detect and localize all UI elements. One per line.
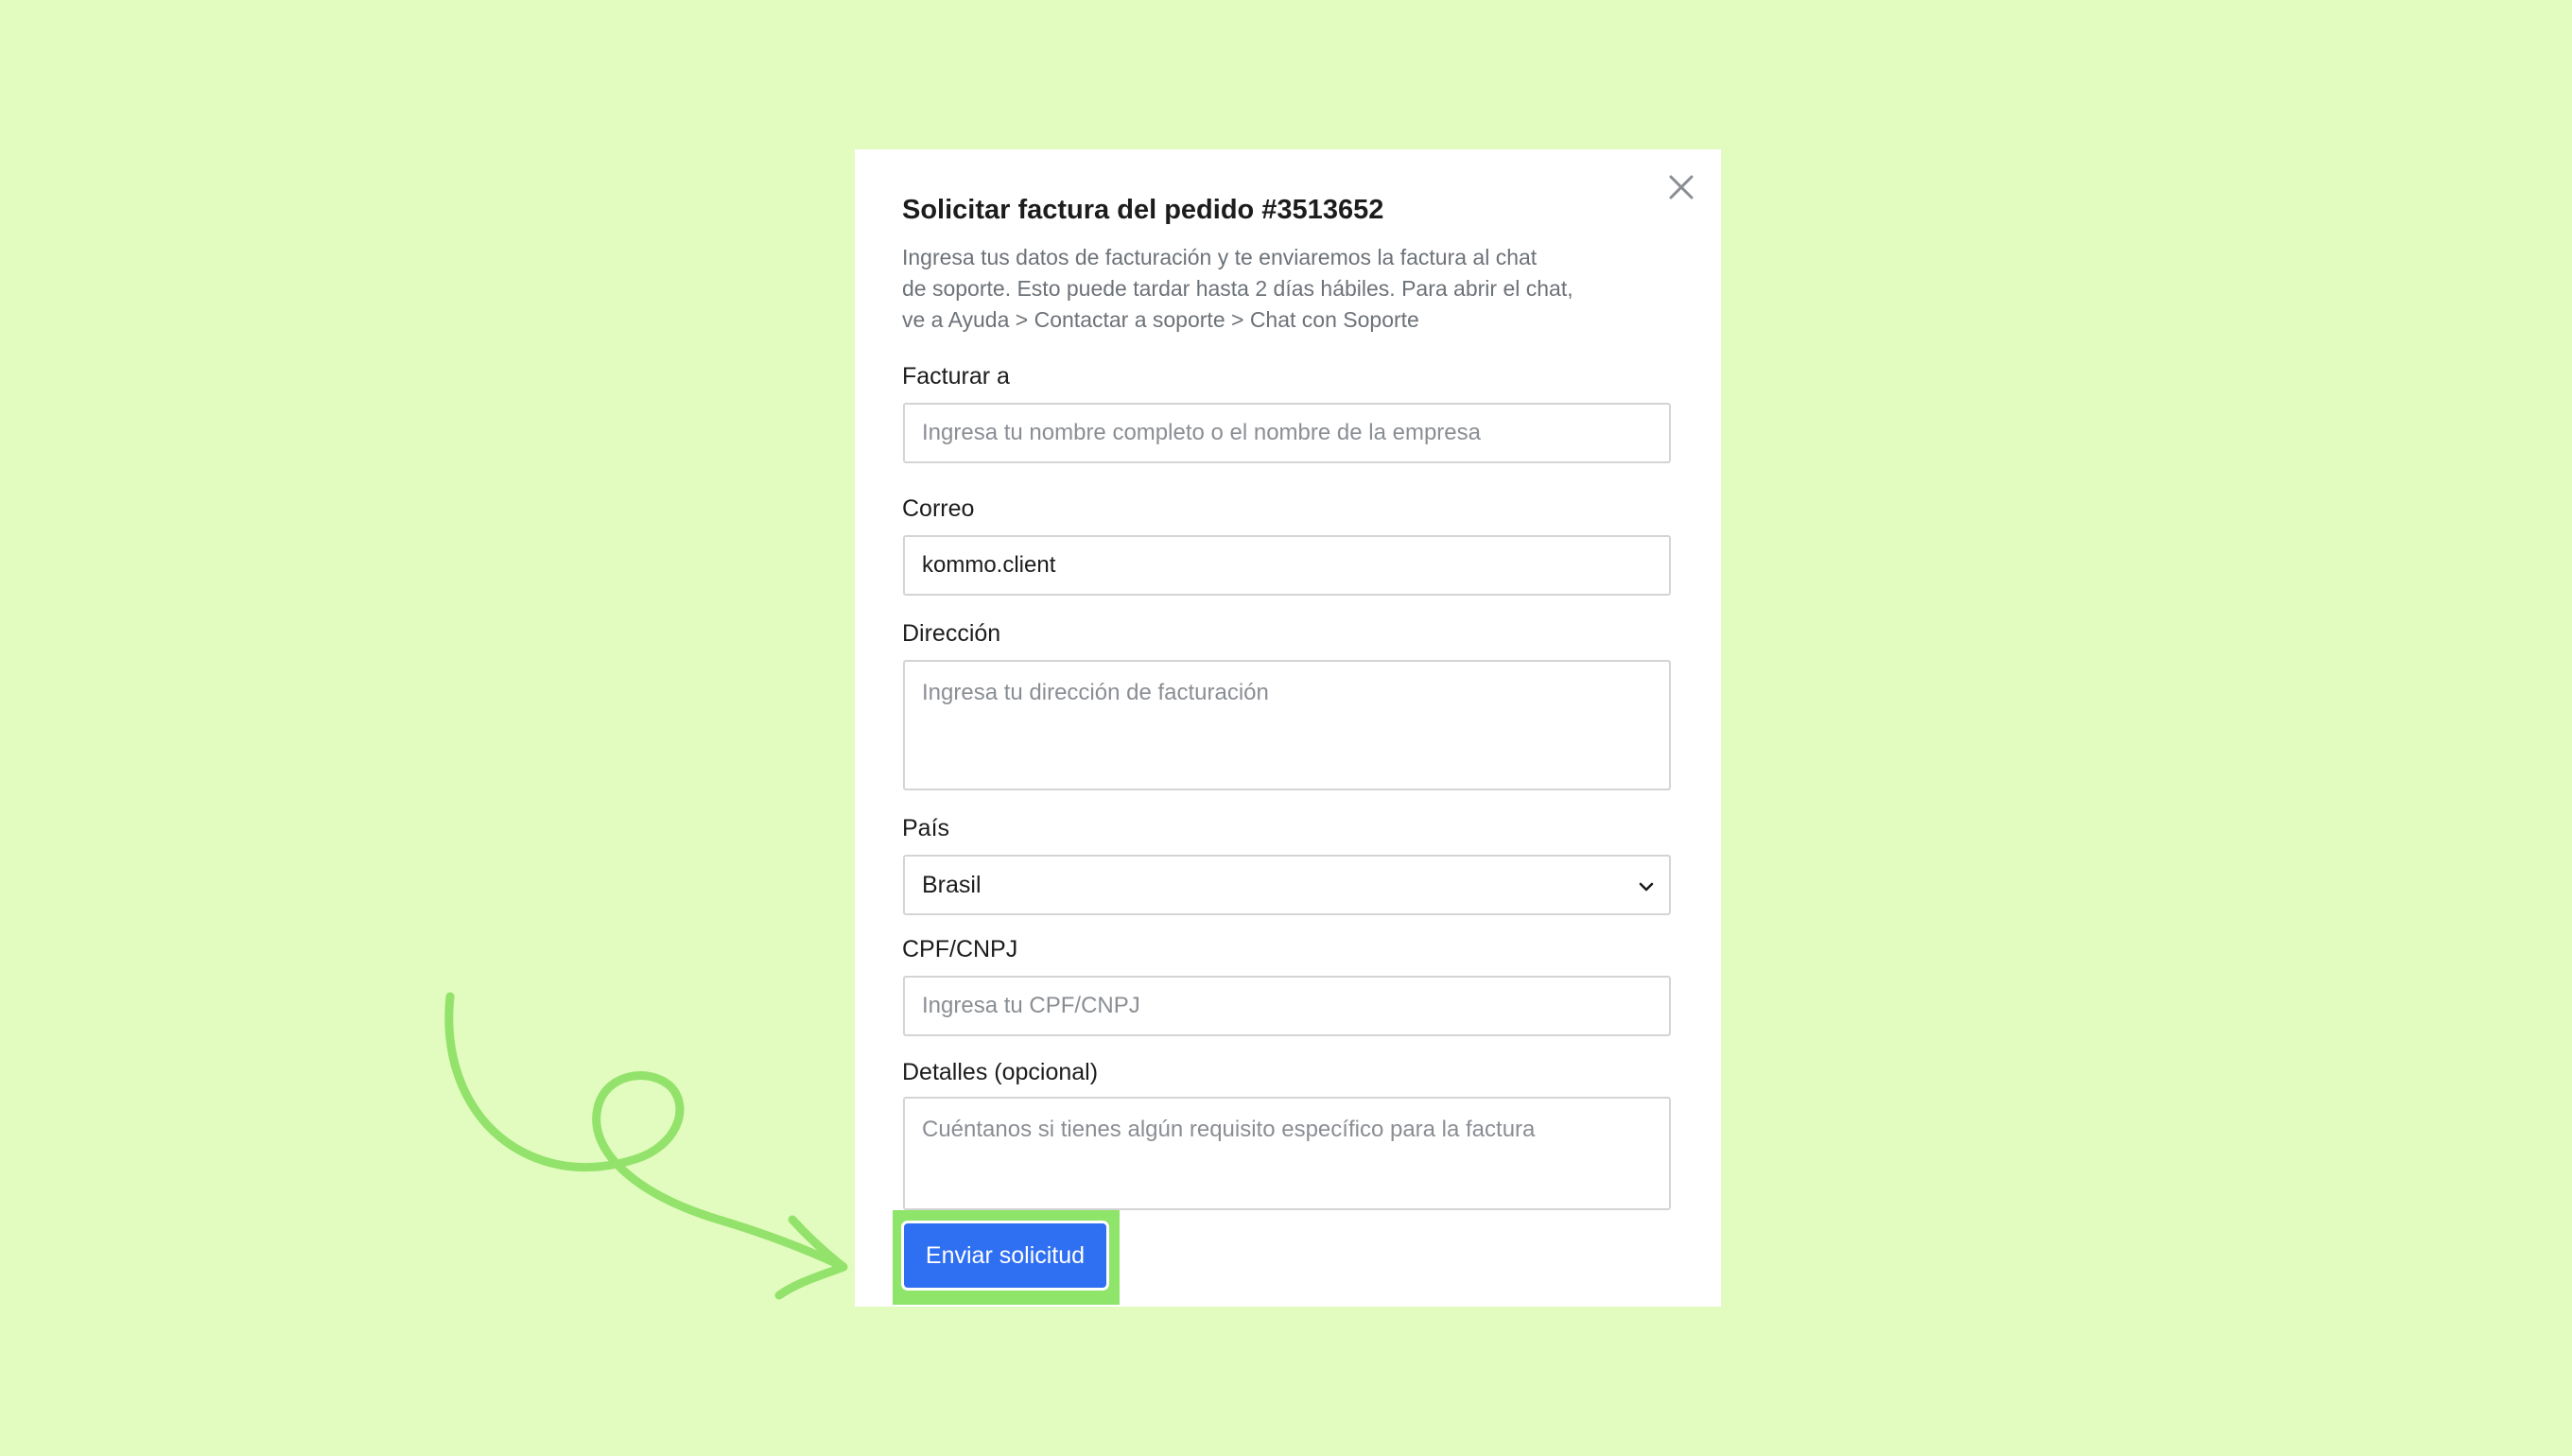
details-label: Detalles (opcional): [902, 1059, 1099, 1085]
email-input[interactable]: [903, 535, 1671, 596]
tax-id-input[interactable]: [903, 976, 1671, 1036]
close-icon: [1669, 175, 1694, 199]
modal-description: Ingresa tus datos de facturación y te en…: [902, 242, 1583, 336]
submit-button[interactable]: Enviar solicitud: [904, 1223, 1106, 1288]
address-textarea[interactable]: [903, 660, 1671, 790]
bill-to-label: Facturar a: [902, 363, 1010, 390]
country-selected-value: Brasil: [922, 871, 982, 898]
tax-id-label: CPF/CNPJ: [902, 936, 1018, 962]
bill-to-input[interactable]: [903, 403, 1671, 463]
description-line: Ingresa tus datos de facturación y te en…: [902, 245, 1538, 269]
description-line: de soporte. Esto puede tardar hasta 2 dí…: [902, 276, 1573, 301]
country-select[interactable]: Brasil: [903, 855, 1671, 915]
email-label: Correo: [902, 495, 975, 522]
address-label: Dirección: [902, 620, 1001, 647]
details-textarea[interactable]: [903, 1097, 1671, 1210]
description-line: ve a Ayuda > Contactar a soporte > Chat …: [902, 307, 1419, 332]
invoice-request-modal: Solicitar factura del pedido #3513652 In…: [855, 149, 1721, 1307]
modal-title: Solicitar factura del pedido #3513652: [902, 195, 1384, 225]
close-button[interactable]: [1664, 170, 1698, 204]
chevron-down-icon: [1639, 882, 1654, 892]
country-label: País: [902, 815, 950, 841]
screen: Solicitar factura del pedido #3513652 In…: [0, 0, 2572, 1456]
